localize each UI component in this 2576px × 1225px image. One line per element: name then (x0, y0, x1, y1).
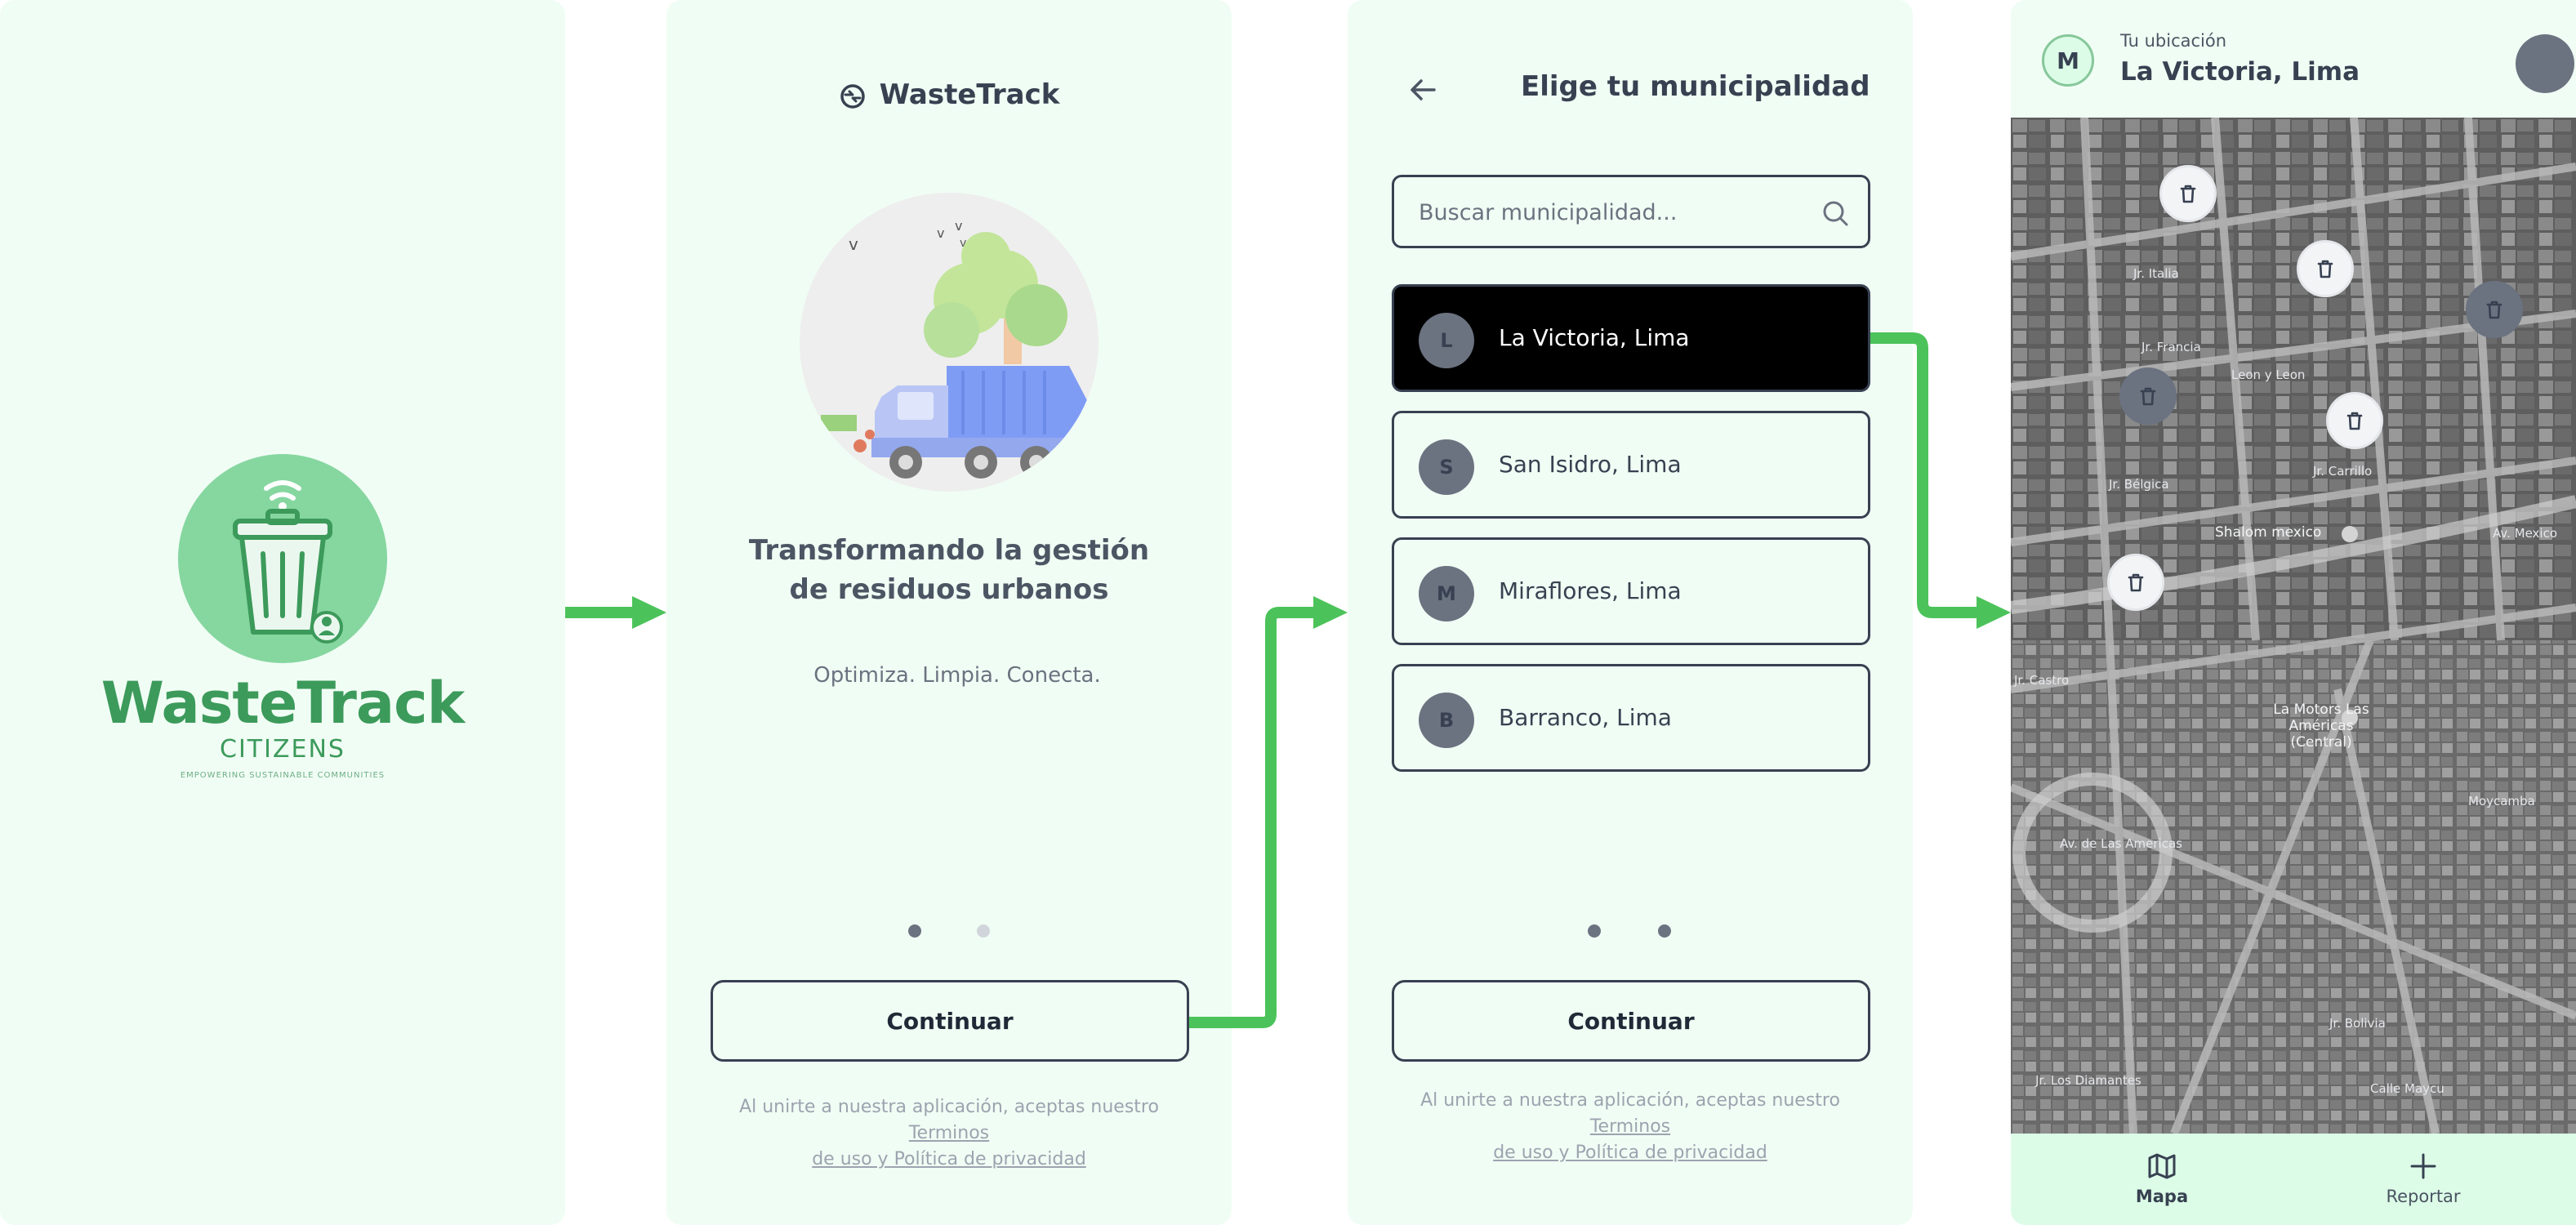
municipality-name: San Isidro, Lima (1499, 451, 1682, 478)
onboarding-illustration: v v v v (800, 193, 1099, 492)
municipality-item-miraflores[interactable]: M Miraflores, Lima (1392, 537, 1870, 645)
brand-header: WasteTrack (666, 78, 1232, 111)
app-logo (178, 454, 387, 663)
trash-bin-marker[interactable] (2159, 165, 2217, 222)
onboarding-subtitle: Optimiza. Limpia. Conecta. (813, 663, 1101, 688)
location-value[interactable]: La Victoria, Lima (2120, 57, 2360, 87)
municipality-avatar: B (1419, 693, 1474, 748)
trash-icon (2486, 301, 2502, 319)
street-label: Jr. Carrillo (2313, 464, 2373, 479)
title-line-1: Transformando la gestión (748, 534, 1150, 567)
poi-label[interactable]: La Motors Las Américas (Central) (2272, 702, 2370, 751)
poi-label[interactable]: Shalom mexico (2215, 524, 2321, 541)
plus-icon (2410, 1153, 2436, 1179)
page-dot[interactable] (1588, 924, 1601, 938)
privacy-link[interactable]: de uso y Política de privacidad (1493, 1143, 1767, 1163)
map-screen: M Tu ubicación La Victoria, Lima Shalom … (2011, 0, 2576, 1225)
trash-icon (2180, 185, 2196, 203)
street-label: Jr. Italia (2133, 266, 2179, 281)
terms-link[interactable]: Terminos (909, 1123, 989, 1143)
svg-text:v: v (955, 218, 962, 234)
search-icon[interactable] (1821, 198, 1850, 228)
trash-bin-marker[interactable] (2119, 368, 2177, 425)
svg-text:v: v (849, 234, 858, 254)
nav-item-mapa[interactable]: Mapa (2109, 1150, 2215, 1206)
municipality-item-la-victoria[interactable]: L La Victoria, Lima (1392, 284, 1870, 392)
map-tiles (2011, 118, 2576, 1134)
page-indicator (666, 924, 1232, 941)
onboarding-screen: WasteTrack v v v v Transformando la gest… (666, 0, 1232, 1225)
legal-prefix: Al unirte a nuestra aplicación, aceptas … (1420, 1090, 1840, 1111)
nav-label: Reportar (2386, 1187, 2461, 1206)
municipality-name: La Victoria, Lima (1499, 324, 1690, 351)
municipality-avatar: L (1419, 313, 1474, 368)
legal-prefix: Al unirte a nuestra aplicación, aceptas … (739, 1097, 1159, 1117)
privacy-link[interactable]: de uso y Política de privacidad (812, 1149, 1086, 1169)
trash-icon (2140, 387, 2156, 406)
trash-bin-marker[interactable] (2297, 240, 2354, 297)
page-title: Elige tu municipalidad (1521, 70, 1870, 103)
street-label: Av. de Las Americas (2060, 836, 2182, 851)
street-label: Jr. Bolivia (2329, 1016, 2386, 1031)
recycle-icon (840, 83, 865, 109)
location-header: M Tu ubicación La Victoria, Lima (2011, 0, 2576, 118)
page-dot-active[interactable] (908, 924, 921, 938)
municipality-avatar: S (1419, 439, 1474, 495)
municipality-avatar: M (1419, 566, 1474, 621)
street-label: Leon y Leon (2231, 368, 2306, 382)
trash-icon (2317, 260, 2333, 278)
municipality-name: Miraflores, Lima (1499, 577, 1682, 604)
profile-avatar[interactable] (2516, 34, 2574, 93)
user-avatar[interactable]: M (2042, 34, 2094, 87)
street-label: Jr. Francia (2141, 340, 2201, 354)
nav-label: Mapa (2135, 1187, 2189, 1206)
continue-button[interactable]: Continuar (1392, 980, 1870, 1062)
title-line-2: de residuos urbanos (789, 573, 1109, 606)
splash-screen: WasteTrack CITIZENS EMPOWERING SUSTAINAB… (0, 0, 565, 1225)
street-label: Calle Maycu (2370, 1081, 2445, 1096)
trash-bin-marker[interactable] (2107, 554, 2164, 611)
legal-text: Al unirte a nuestra aplicación, aceptas … (699, 1094, 1199, 1173)
legal-text: Al unirte a nuestra aplicación, aceptas … (1380, 1088, 1880, 1166)
street-label: Jr. Bélgica (2109, 477, 2169, 492)
continue-button[interactable]: Continuar (711, 980, 1189, 1062)
trash-bin-marker[interactable] (2466, 281, 2523, 338)
back-arrow-icon[interactable] (1406, 74, 1439, 106)
page-indicator (1348, 924, 1913, 941)
street-label: Av. Mexico (2493, 526, 2558, 541)
search-placeholder: Buscar municipalidad... (1419, 200, 1678, 225)
arrowhead (632, 596, 666, 629)
street-label: Jr. Castro (2014, 673, 2070, 688)
map-icon (2148, 1153, 2176, 1179)
logo-tagline: EMPOWERING SUSTAINABLE COMMUNITIES (180, 771, 386, 780)
trash-bin-marker[interactable] (2326, 392, 2383, 449)
bottom-navigation: Mapa Reportar (2011, 1134, 2576, 1225)
arrowhead (1977, 596, 2011, 629)
search-input[interactable]: Buscar municipalidad... (1392, 175, 1870, 248)
svg-text:v: v (937, 225, 944, 241)
logo-wordmark: WasteTrack (100, 670, 465, 737)
trash-icon (2128, 573, 2144, 592)
page-dot-active[interactable] (1658, 924, 1671, 938)
nav-item-reportar[interactable]: Reportar (2370, 1150, 2476, 1206)
location-label: Tu ubicación (2120, 31, 2227, 51)
terms-link[interactable]: Terminos (1590, 1116, 1670, 1137)
municipality-name: Barranco, Lima (1499, 704, 1672, 731)
trash-icon (2346, 412, 2363, 430)
street-label: Moycamba (2468, 794, 2535, 808)
screen-header: Elige tu municipalidad (1406, 69, 1896, 109)
street-label: Jr. Los Diamantes (2035, 1073, 2141, 1088)
onboarding-title: Transformando la gestión de residuos urb… (745, 531, 1153, 609)
municipality-item-san-isidro[interactable]: S San Isidro, Lima (1392, 411, 1870, 519)
satellite-map[interactable]: Shalom mexico La Motors Las Américas (Ce… (2011, 118, 2576, 1134)
municipality-screen: Elige tu municipalidad Buscar municipali… (1348, 0, 1913, 1225)
municipality-item-barranco[interactable]: B Barranco, Lima (1392, 664, 1870, 772)
brand-name: WasteTrack (879, 78, 1060, 111)
arrowhead (1313, 596, 1348, 629)
logo-subtitle: CITIZENS (220, 735, 345, 764)
page-dot[interactable] (977, 924, 990, 938)
